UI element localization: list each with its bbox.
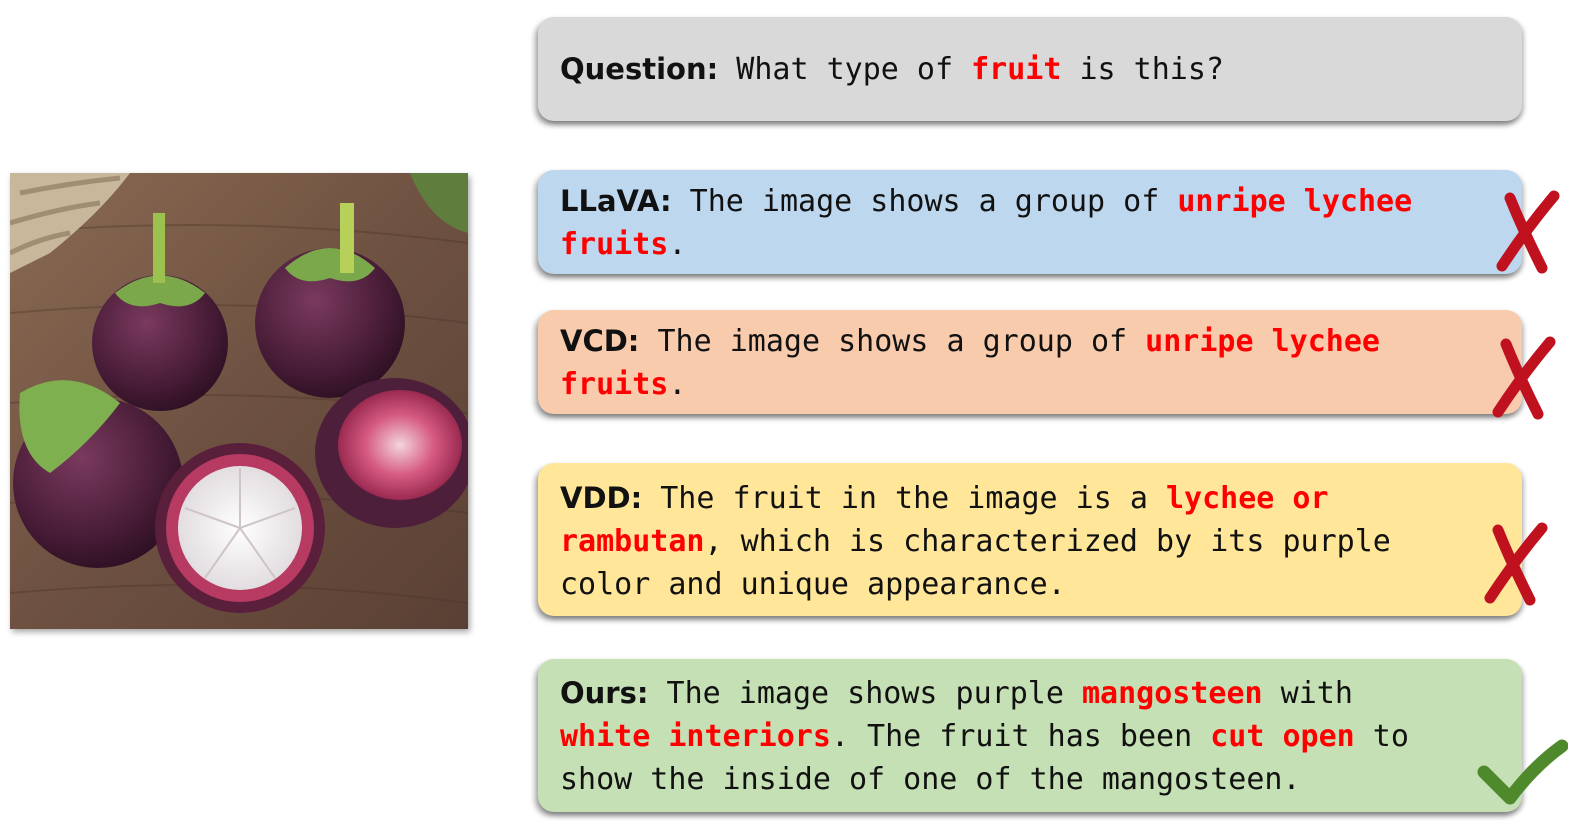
vcd-line-1: VCD: The image shows a group of unripe l… xyxy=(560,324,1380,359)
check-mark-icon xyxy=(1477,739,1568,805)
vcd-line-2: fruits. xyxy=(560,367,687,402)
mangosteen-fruit-photo xyxy=(10,173,468,629)
ours-answer-box: Ours: The image shows purple mangosteen … xyxy=(538,659,1522,812)
llava-line-2: fruits. xyxy=(560,227,687,262)
llava-line-1: LLaVA: The image shows a group of unripe… xyxy=(560,184,1413,219)
cross-mark-icon xyxy=(1484,522,1548,606)
cross-mark-icon xyxy=(1492,336,1556,420)
vdd-answer-box: VDD: The fruit in the image is a lychee … xyxy=(538,463,1522,616)
ours-line-3: show the inside of one of the mangosteen… xyxy=(560,762,1301,797)
question-label: Question: xyxy=(560,51,719,86)
ours-label: Ours: xyxy=(560,676,649,710)
question-text: Question: What type of fruit is this? xyxy=(560,51,1224,87)
vdd-line-2: rambutan, which is characterized by its … xyxy=(560,524,1391,559)
llava-answer-box: LLaVA: The image shows a group of unripe… xyxy=(538,170,1522,274)
question-highlight: fruit xyxy=(971,51,1062,87)
question-box: Question: What type of fruit is this? xyxy=(538,17,1522,121)
cross-mark-icon xyxy=(1496,190,1560,274)
llava-label: LLaVA: xyxy=(560,184,672,218)
vdd-line-1: VDD: The fruit in the image is a lychee … xyxy=(560,481,1329,516)
vcd-label: VCD: xyxy=(560,324,640,358)
ours-line-1: Ours: The image shows purple mangosteen … xyxy=(560,676,1353,711)
ours-line-2: white interiors. The fruit has been cut … xyxy=(560,719,1409,754)
vcd-answer-box: VCD: The image shows a group of unripe l… xyxy=(538,310,1522,414)
vdd-label: VDD: xyxy=(560,481,643,515)
vdd-line-3: color and unique appearance. xyxy=(560,567,1066,602)
